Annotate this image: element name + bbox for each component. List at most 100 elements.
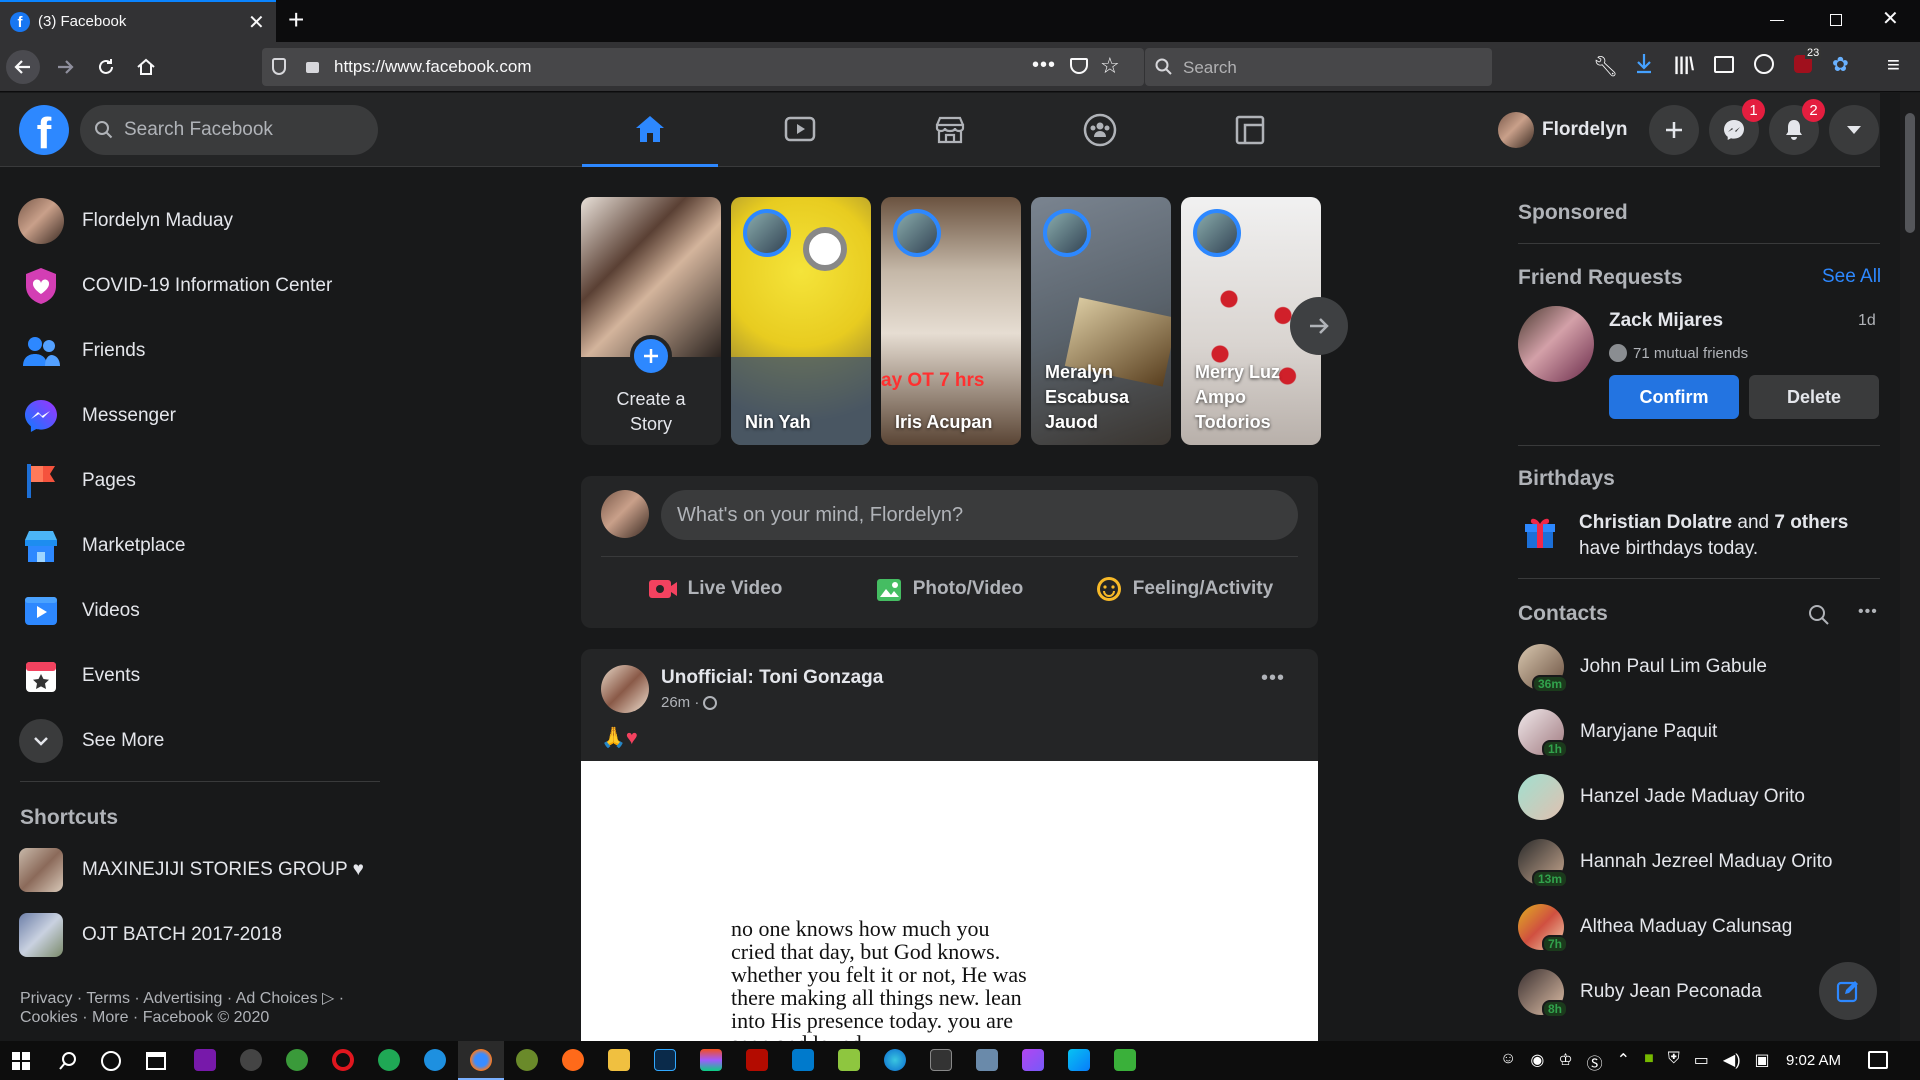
- browser-tab[interactable]: f (3) Facebook ✕: [0, 0, 276, 42]
- app-green-icon[interactable]: [286, 1049, 308, 1071]
- photoshop-icon[interactable]: [654, 1049, 676, 1071]
- contact-item[interactable]: 13m Hannah Jezreel Maduay Orito: [1518, 834, 1832, 890]
- windows-start-icon[interactable]: [12, 1052, 30, 1070]
- stories-next-button[interactable]: [1290, 297, 1348, 355]
- webstorm-icon[interactable]: [1068, 1049, 1090, 1071]
- sidebar-item-pages[interactable]: Pages: [18, 453, 136, 509]
- action-center-icon[interactable]: [1868, 1051, 1888, 1069]
- contacts-options-icon[interactable]: •••: [1858, 603, 1878, 621]
- story-card[interactable]: Meralyn Escabusa Jauod: [1031, 197, 1171, 445]
- new-message-button[interactable]: [1819, 962, 1877, 1020]
- pocket-icon[interactable]: [1070, 58, 1088, 74]
- reload-button[interactable]: [89, 50, 123, 84]
- battery-icon[interactable]: ▭: [1694, 1050, 1709, 1074]
- library-icon[interactable]: |||\: [1674, 54, 1694, 75]
- app-whatsapp-icon[interactable]: [378, 1049, 400, 1071]
- birthday-others[interactable]: 7 others: [1774, 512, 1848, 533]
- acrobat-icon[interactable]: [746, 1049, 768, 1071]
- create-story-card[interactable]: Create a Story: [581, 197, 721, 445]
- tray-chevron-icon[interactable]: ⌃: [1617, 1050, 1630, 1074]
- browser-search-bar[interactable]: Search: [1145, 48, 1492, 86]
- story-card[interactable]: ay OT 7 hrs Iris Acupan: [881, 197, 1021, 445]
- tab-gaming[interactable]: [1182, 93, 1318, 167]
- network-icon[interactable]: ▣: [1755, 1050, 1770, 1074]
- tab-groups[interactable]: [1032, 93, 1168, 167]
- firefox-icon[interactable]: [470, 1049, 492, 1071]
- tray-record-icon[interactable]: ◉: [1530, 1050, 1544, 1074]
- shield-icon[interactable]: [272, 58, 286, 75]
- post-author[interactable]: Unofficial: Toni Gonzaga: [661, 667, 883, 689]
- people-icon[interactable]: ☺: [1500, 1050, 1516, 1074]
- sidebar-item-messenger[interactable]: Messenger: [18, 388, 176, 444]
- composer-input[interactable]: What's on your mind, Flordelyn?: [661, 490, 1298, 540]
- app-pacman-icon[interactable]: [516, 1049, 538, 1071]
- phpstorm-icon[interactable]: [1022, 1049, 1044, 1071]
- see-all-link[interactable]: See All: [1822, 266, 1881, 288]
- home-button[interactable]: [129, 50, 163, 84]
- birthday-person[interactable]: Christian Dolatre: [1579, 512, 1732, 533]
- camtasia-icon[interactable]: [1114, 1049, 1136, 1071]
- requester-avatar[interactable]: [1518, 306, 1594, 382]
- confirm-button[interactable]: Confirm: [1609, 375, 1739, 419]
- sidebar-item-see-more[interactable]: See More: [18, 713, 164, 769]
- url-bar[interactable]: https://www.facebook.com ••• ☆: [262, 48, 1144, 86]
- post-time[interactable]: 26m ·: [661, 694, 699, 711]
- page-scrollbar[interactable]: [1900, 93, 1920, 1041]
- requester-name[interactable]: Zack Mijares: [1609, 310, 1723, 332]
- photo-video-button[interactable]: Photo/Video: [835, 564, 1063, 614]
- tray-app-icon[interactable]: ♔: [1558, 1050, 1572, 1074]
- volume-icon[interactable]: ◀): [1723, 1050, 1741, 1074]
- profile-chip[interactable]: Flordelyn: [1498, 107, 1628, 153]
- sidebar-toggle-icon[interactable]: [1714, 56, 1734, 73]
- vscode-icon[interactable]: [792, 1049, 814, 1071]
- notifications-button[interactable]: 2: [1769, 99, 1825, 155]
- contacts-search-icon[interactable]: [1808, 604, 1830, 626]
- cortana-icon[interactable]: [101, 1051, 121, 1071]
- new-tab-icon[interactable]: +: [288, 4, 304, 36]
- post-options-icon[interactable]: •••: [1261, 667, 1285, 690]
- post-author-avatar[interactable]: [601, 665, 649, 713]
- delete-button[interactable]: Delete: [1749, 375, 1879, 419]
- opera-icon[interactable]: [332, 1049, 354, 1071]
- download-icon[interactable]: [1634, 52, 1654, 74]
- contact-item[interactable]: 36m John Paul Lim Gabule: [1518, 639, 1767, 695]
- edge-legacy-icon[interactable]: [424, 1049, 446, 1071]
- restore-icon[interactable]: [1830, 14, 1842, 26]
- contact-item[interactable]: Hanzel Jade Maduay Orito: [1518, 769, 1805, 825]
- file-explorer-icon[interactable]: [608, 1049, 630, 1071]
- back-button[interactable]: [6, 50, 40, 84]
- birthday-text[interactable]: Christian Dolatre and 7 others have birt…: [1579, 510, 1879, 562]
- sidebar-item-events[interactable]: Events: [18, 648, 140, 704]
- sidebar-item-marketplace[interactable]: Marketplace: [18, 518, 186, 574]
- bookmark-star-icon[interactable]: ☆: [1100, 53, 1120, 79]
- story-card[interactable]: Nin Yah: [731, 197, 871, 445]
- sidebar-item-videos[interactable]: Videos: [18, 583, 140, 639]
- tab-watch[interactable]: [732, 93, 868, 167]
- figma-icon[interactable]: [700, 1049, 722, 1071]
- account-icon[interactable]: [1754, 54, 1774, 74]
- obs-icon[interactable]: [240, 1049, 262, 1071]
- taskbar-search-icon[interactable]: [58, 1051, 78, 1071]
- shortcut-item-ojt[interactable]: OJT BATCH 2017-2018: [18, 907, 282, 963]
- edge-icon[interactable]: [884, 1049, 906, 1071]
- task-view-icon[interactable]: [146, 1052, 166, 1070]
- sidebar-item-covid[interactable]: COVID-19 Information Center: [18, 258, 332, 314]
- taskbar-clock[interactable]: 9:02 AM: [1786, 1052, 1841, 1069]
- onenote-icon[interactable]: [194, 1049, 216, 1071]
- live-video-button[interactable]: Live Video: [601, 564, 829, 614]
- menu-icon[interactable]: ≡: [1887, 52, 1900, 78]
- facebook-logo-icon[interactable]: f: [19, 105, 69, 155]
- sidebar-item-friends[interactable]: Friends: [18, 323, 145, 379]
- tray-shield-icon[interactable]: ⛨: [1668, 1050, 1680, 1074]
- tray-skype-icon[interactable]: Ⓢ: [1587, 1050, 1603, 1074]
- contact-item[interactable]: 1h Maryjane Paquit: [1518, 704, 1717, 760]
- app-blue-icon[interactable]: [976, 1049, 998, 1071]
- forward-button[interactable]: [48, 50, 82, 84]
- feeling-activity-button[interactable]: Feeling/Activity: [1069, 564, 1299, 614]
- url-text[interactable]: https://www.facebook.com: [334, 57, 531, 77]
- notepadpp-icon[interactable]: [838, 1049, 860, 1071]
- lock-icon[interactable]: [306, 62, 319, 73]
- footer-links-line1[interactable]: Privacy · Terms · Advertising · Ad Choic…: [20, 988, 344, 1008]
- create-story-plus-icon[interactable]: [630, 335, 672, 377]
- terminal-icon[interactable]: [930, 1049, 952, 1071]
